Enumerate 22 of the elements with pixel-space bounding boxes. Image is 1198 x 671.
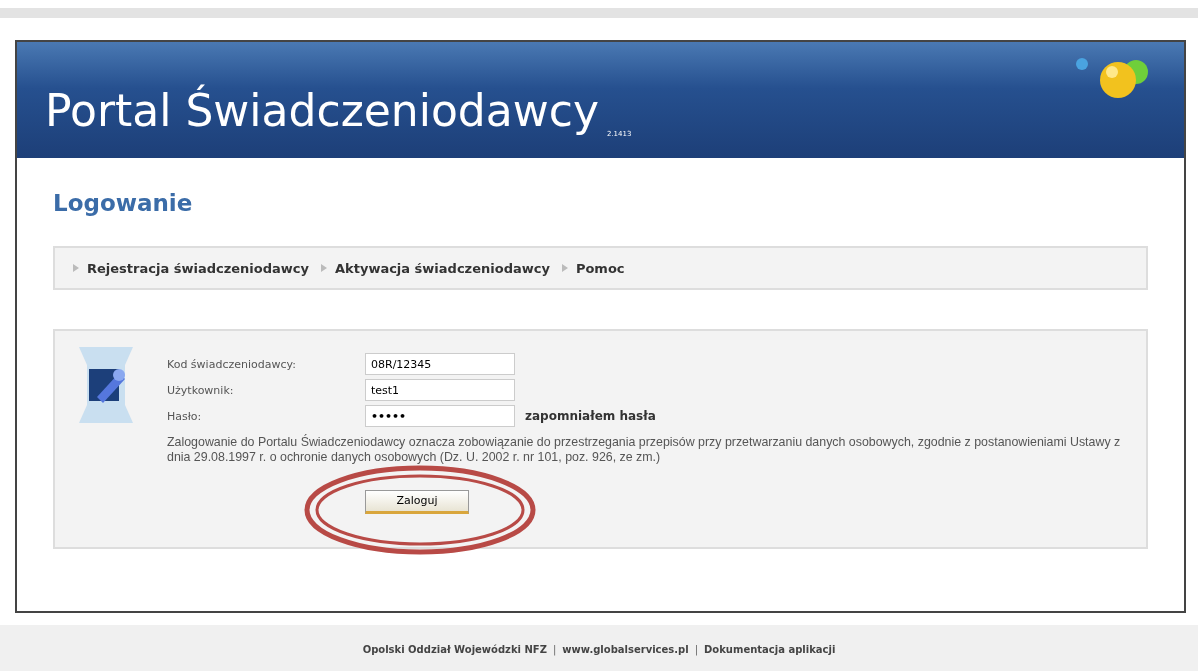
footer-link[interactable]: Opolski Oddział Wojewódzki NFZ: [362, 643, 547, 655]
forgot-password-link[interactable]: zapomniałem hasła: [525, 409, 656, 423]
portal-title: Portal Świadczeniodawcy: [45, 83, 599, 138]
input-field[interactable]: 08R/12345: [365, 353, 515, 375]
notice-text: Zalogowanie do Portalu Świadczeniodawcy oznacza zobowiązanie do przestrzegania przepisów przy przetwarzaniu danych osobowych, zgodnie z postanowieniami Ustawy z dnia 29.08.1997 r. o ochronie danych osobowych (Dz. U. 2002 r. nr 101, poz. 926, ze zm.): [167, 435, 1122, 465]
separator: |: [694, 643, 699, 655]
field-label: Hasło:: [167, 409, 203, 423]
triangle-icon: [73, 264, 79, 272]
field-label: Kod świadczeniodawcy:: [167, 357, 297, 371]
separator: |: [552, 643, 557, 655]
field-label: Użytkownik:: [167, 383, 235, 397]
nav-link[interactable]: Pomoc: [575, 260, 625, 276]
nav-link[interactable]: Aktywacja świadczeniodawcy: [335, 260, 550, 276]
input-field[interactable]: test1: [365, 379, 515, 401]
triangle-icon: [321, 264, 327, 272]
password-field[interactable]: •••••: [365, 405, 515, 427]
footer-link[interactable]: Dokumentacja aplikacji: [704, 643, 836, 655]
footer-link[interactable]: www.globalservices.pl: [562, 643, 689, 655]
login-button[interactable]: Zaloguj: [365, 489, 469, 514]
nav-link[interactable]: Rejestracja świadczeniodawcy: [87, 260, 309, 276]
page-heading: Logowanie: [53, 190, 194, 216]
triangle-icon: [561, 264, 568, 272]
